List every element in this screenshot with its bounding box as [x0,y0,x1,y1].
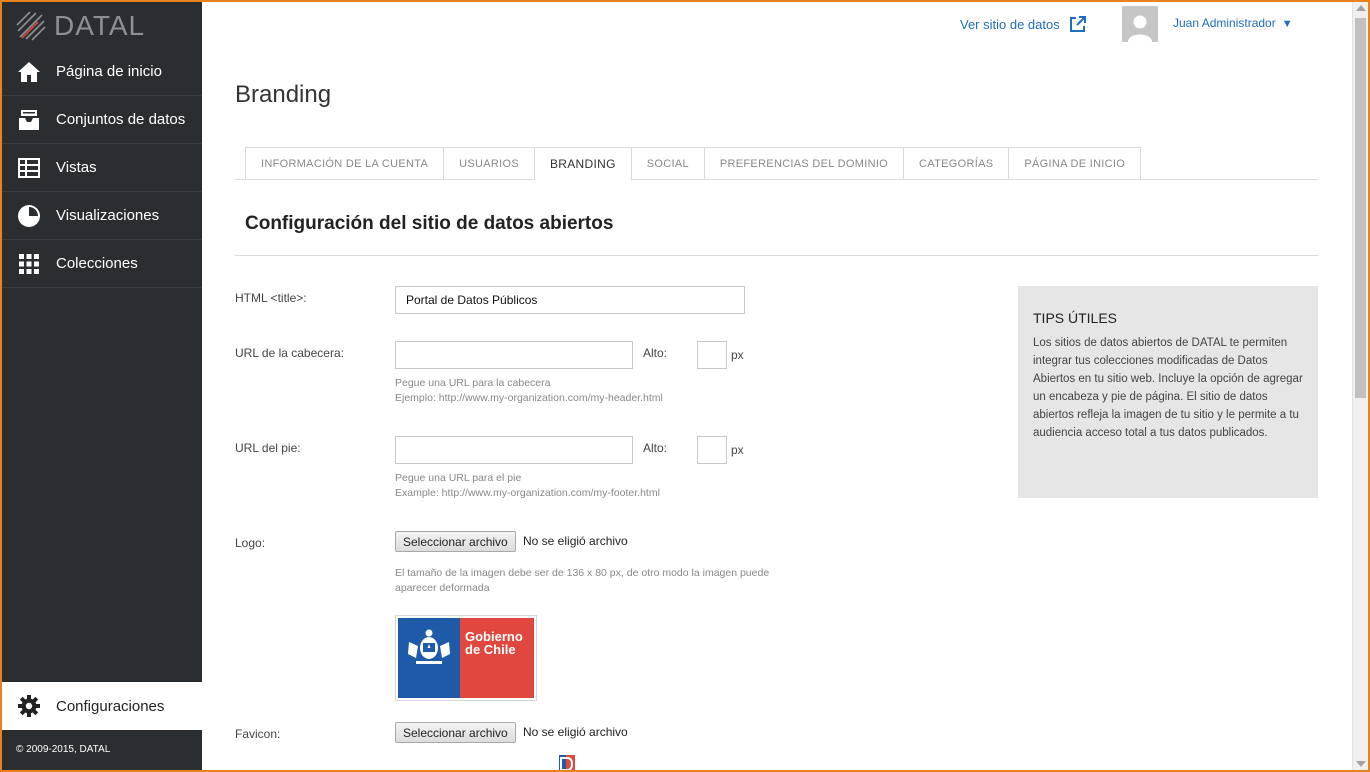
avatar[interactable] [1122,6,1158,42]
logo-select-file-button[interactable]: Seleccionar archivo [395,531,516,552]
coat-of-arms-icon [408,629,450,664]
tips-title: TIPS ÚTILES [1033,310,1118,326]
logo-red-panel: Gobierno de Chile [460,618,534,698]
gear-icon [16,693,42,719]
logo-hint-line: aparecer deformada [395,582,490,594]
sidebar-item-home[interactable]: Página de inicio [2,48,202,96]
footer-url-hint: Pegue una URL para el pie Example: http:… [395,471,660,501]
header-url-hint: Pegue una URL para la cabecera Ejemplo: … [395,376,663,406]
brand-name: DATAL [54,10,146,41]
external-link-icon [1069,16,1086,32]
copyright: © 2009-2015, DATAL [16,744,111,755]
favicon-file-status: No se eligió archivo [523,725,628,739]
html-title-label: HTML <title>: [235,291,307,305]
header-url-input[interactable] [395,341,633,369]
footer-url-hint-line: Pegue una URL para el pie [395,472,522,484]
logo-blue-panel [398,618,460,698]
tab-home-page[interactable]: PÁGINA DE INICIO [1009,147,1142,180]
tips-body: Los sitios de datos abiertos de DATAL te… [1033,337,1303,439]
sidebar-item-visualizations[interactable]: Visualizaciones [2,192,202,240]
user-silhouette-icon [1128,15,1152,42]
tab-account-info[interactable]: INFORMACIÓN DE LA CUENTA [245,147,445,180]
header-height-label: Alto: [643,346,668,360]
sidebar-item-label: Conjuntos de datos [56,111,186,128]
divider [235,255,1318,256]
user-name: Juan Administrador [1173,16,1276,30]
scrollbar[interactable] [1352,2,1368,770]
header-url-label: URL de la cabecera: [235,346,344,360]
view-site-link[interactable]: Ver sitio de datos [960,16,1086,33]
settings-tabs: INFORMACIÓN DE LA CUENTA USUARIOS BRANDI… [235,147,1318,181]
sidebar-item-label: Vistas [56,159,97,176]
grid-icon [16,251,42,277]
scrollbar-thumb[interactable] [1355,18,1366,398]
sidebar-item-datasets[interactable]: Conjuntos de datos [2,96,202,144]
logo-preview: Gobierno de Chile [395,615,537,701]
home-icon [16,59,42,85]
tab-users[interactable]: USUARIOS [444,147,535,180]
logo-hint: El tamaño de la imagen debe ser de 136 x… [395,566,769,596]
datal-logo-icon [16,11,46,41]
sidebar-item-label: Visualizaciones [56,207,160,224]
sidebar-item-label: Colecciones [56,255,138,272]
footer-height-label: Alto: [643,441,668,455]
tab-branding[interactable]: BRANDING [534,147,632,181]
logo-hint-line: El tamaño de la imagen debe ser de 136 x… [395,567,770,579]
tab-domain-preferences[interactable]: PREFERENCIAS DEL DOMINIO [704,147,905,180]
footer-url-input[interactable] [395,436,633,464]
footer-height-unit: px [731,443,744,457]
brand-logo[interactable]: DATAL [16,8,145,44]
logo-label: Logo: [235,536,266,550]
favicon-image-icon [557,754,577,772]
header-height-input[interactable] [697,341,727,369]
sidebar-item-views[interactable]: Vistas [2,144,202,192]
logo-preview-image: Gobierno de Chile [398,618,534,698]
tab-categories[interactable]: CATEGORÍAS [904,147,1010,180]
sidebar-item-label: Página de inicio [56,63,162,80]
favicon-label: Favicon: [235,727,281,741]
sidebar-item-collections[interactable]: Colecciones [2,240,202,288]
section-title: Configuración del sitio de datos abierto… [245,213,614,234]
sidebar-nav: Página de inicio Conjuntos de datos Vist… [2,48,202,288]
logo-file-status: No se eligió archivo [523,534,628,548]
scroll-up-icon[interactable] [1356,5,1366,11]
logo-text-line: de Chile [465,642,516,657]
pie-chart-icon [16,203,42,229]
favicon-select-file-button[interactable]: Seleccionar archivo [395,722,516,743]
header-height-unit: px [731,348,744,362]
sidebar-item-settings[interactable]: Configuraciones [2,682,202,730]
footer-url-example: Example: http://www.my-organization.com/… [395,487,660,499]
favicon-preview [557,754,577,772]
page-title: Branding [235,81,332,108]
table-icon [16,155,42,181]
header-url-example: Ejemplo: http://www.my-organization.com/… [395,392,663,404]
view-site-label: Ver sitio de datos [960,17,1060,32]
header-url-hint-line: Pegue una URL para la cabecera [395,377,551,389]
footer-url-label: URL del pie: [235,441,301,455]
scroll-down-icon[interactable] [1356,761,1366,767]
html-title-input[interactable] [395,286,745,314]
sidebar: DATAL Página de inicio Conjuntos de dato… [2,2,202,770]
tab-social[interactable]: SOCIAL [631,147,705,180]
footer-height-input[interactable] [697,436,727,464]
tips-panel: TIPS ÚTILES Los sitios de datos abiertos… [1018,286,1318,498]
caret-down-icon: ▼ [1281,18,1293,30]
sidebar-item-label: Configuraciones [56,697,165,715]
user-menu[interactable]: Juan Administrador ▼ [1173,16,1293,30]
inbox-icon [16,107,42,133]
